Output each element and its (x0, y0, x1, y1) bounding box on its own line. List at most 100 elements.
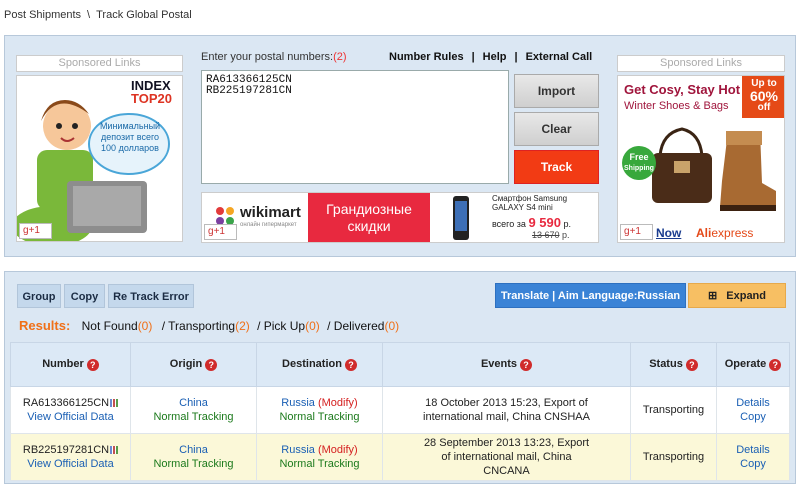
details-link[interactable]: Details (736, 397, 770, 409)
help-icon[interactable]: ? (86, 358, 99, 371)
price-label: всего за (492, 219, 526, 229)
filter-pick-up[interactable]: / Pick Up(0) (257, 319, 320, 333)
sponsored-label-right: Sponsored Links (617, 55, 785, 72)
import-button[interactable]: Import (514, 74, 599, 108)
origin-country[interactable]: China (179, 444, 208, 456)
help-icon[interactable]: ? (685, 358, 698, 371)
breadcrumb-post-shipments[interactable]: Post Shipments (4, 9, 81, 21)
details-link[interactable]: Details (736, 444, 770, 456)
shipping-text: Shipping (624, 165, 654, 172)
postal-numbers-input[interactable]: RA613366125CN RB225197281CN (201, 70, 509, 184)
header-operate-label: Operate (724, 358, 767, 371)
chart-icon[interactable] (110, 399, 119, 408)
cell-status: Transporting (630, 386, 717, 434)
logo-text-top: TOP (131, 91, 158, 106)
expand-button[interactable]: ⊞ Expand (688, 283, 786, 308)
copy-link[interactable]: Copy (740, 411, 766, 423)
filter-delivered[interactable]: / Delivered(0) (327, 319, 399, 333)
tracking-number: RA613366125CN (22, 397, 110, 409)
handbag-and-boot-image (652, 127, 776, 211)
clear-button[interactable]: Clear (514, 112, 599, 146)
gplus-label: +1 (28, 225, 40, 236)
help-icon[interactable]: ? (520, 358, 533, 371)
destination-country[interactable]: Russia (281, 397, 315, 409)
chart-icon[interactable] (110, 446, 119, 455)
smartphone-icon (453, 196, 469, 240)
copy-button[interactable]: Copy (64, 284, 105, 308)
phone-price-row: всего за 9 590 р. (492, 215, 571, 230)
gplus-button-mid[interactable]: g+1 (204, 224, 237, 240)
header-operate: Operate? (716, 342, 790, 387)
origin-tracking-type: Normal Tracking (153, 411, 234, 423)
results-summary: Results: Not Found(0) / Transporting(2) … (19, 318, 399, 333)
wikimart-brand: wikimart (240, 204, 301, 221)
help-icon[interactable]: ? (769, 358, 782, 371)
pickup-label: / Pick Up (257, 319, 306, 333)
group-button[interactable]: Group (17, 284, 61, 308)
right-ad[interactable]: Get Cosy, Stay Hot Winter Shoes & Bags U… (617, 75, 785, 243)
tracking-number: RB225197281CN (22, 444, 110, 456)
track-button[interactable]: Track (514, 150, 599, 184)
modify-link[interactable]: (Modify) (318, 444, 358, 456)
wikimart-ad[interactable]: wikimart онлайн гипермаркет Грандиозные … (201, 192, 599, 243)
postal-count: (2) (333, 51, 347, 63)
breadcrumb: Post Shipments \ Track Global Postal (4, 9, 192, 21)
cell-events: 18 October 2013 15:23, Export of interna… (382, 386, 631, 434)
gplus-label: +1 (629, 226, 641, 237)
header-origin-label: Origin (169, 358, 203, 371)
cell-origin: China Normal Tracking (130, 386, 257, 434)
view-official-data-link[interactable]: View Official Data (27, 411, 113, 423)
copy-link[interactable]: Copy (740, 458, 766, 470)
header-destination-label: Destination (282, 358, 342, 371)
link-separator: | (514, 51, 518, 63)
ad-now-link[interactable]: Now (656, 226, 681, 240)
cell-origin: China Normal Tracking (130, 433, 257, 481)
price-currency: р. (563, 219, 572, 229)
destination-country[interactable]: Russia (281, 444, 315, 456)
header-events-label: Events (480, 358, 518, 371)
help-icon[interactable]: ? (205, 358, 218, 371)
cell-operate: Details Copy (716, 433, 790, 481)
cell-number: RB225197281CN View Official Data (10, 433, 131, 481)
help-link[interactable]: Help (483, 51, 507, 63)
pickup-count: (0) (305, 319, 320, 333)
breadcrumb-separator: \ (87, 9, 91, 21)
ad-bubble-text: Минимальный депозит всего 100 долларов (99, 121, 161, 153)
cell-destination: Russia (Modify) Normal Tracking (256, 386, 383, 434)
header-number: Number? (10, 342, 131, 387)
cell-operate: Details Copy (716, 386, 790, 434)
header-status: Status? (630, 342, 717, 387)
translate-button[interactable]: Translate | Aim Language:Russian (495, 283, 686, 308)
destination-tracking-type: Normal Tracking (279, 411, 360, 423)
tracking-table: Number? Origin? Destination? Events? Sta… (10, 342, 790, 481)
help-icon[interactable]: ? (344, 358, 357, 371)
aliexpress-logo: Aliexpress (696, 226, 753, 240)
gplus-button-left[interactable]: g+1 (19, 223, 52, 239)
modify-link[interactable]: (Modify) (318, 397, 358, 409)
filter-not-found[interactable]: Not Found(0) (82, 319, 153, 333)
free-shipping-badge: Free Shipping (622, 146, 656, 180)
origin-country[interactable]: China (179, 397, 208, 409)
filter-transporting[interactable]: / Transporting(2) (162, 319, 250, 333)
view-official-data-link[interactable]: View Official Data (27, 458, 113, 470)
badge-percent: 60% (749, 88, 779, 104)
postal-entry-text: Enter your postal numbers: (201, 51, 334, 63)
left-ad[interactable]: INDEX TOP20 Минимальный депозит всего 10… (16, 75, 183, 242)
expand-label: Expand (726, 290, 766, 302)
header-status-label: Status (649, 358, 683, 371)
cell-events: 28 September 2013 13:23, Export of inter… (382, 433, 631, 481)
header-number-label: Number (42, 358, 84, 371)
aliexpress-ali: Ali (696, 226, 712, 240)
origin-tracking-type: Normal Tracking (153, 458, 234, 470)
not-found-count: (0) (137, 319, 153, 333)
retrack-error-button[interactable]: Re Track Error (108, 284, 194, 308)
old-price-currency: р. (562, 230, 570, 240)
number-rules-link[interactable]: Number Rules (389, 51, 464, 63)
delivered-label: / Delivered (327, 319, 385, 333)
gplus-button-right[interactable]: g+1 (620, 224, 653, 240)
table-header-row: Number? Origin? Destination? Events? Sta… (10, 342, 790, 387)
gplus-label: +1 (213, 226, 225, 237)
transporting-label: / Transporting (161, 319, 236, 333)
results-label: Results: (19, 318, 71, 333)
external-call-link[interactable]: External Call (526, 51, 593, 63)
